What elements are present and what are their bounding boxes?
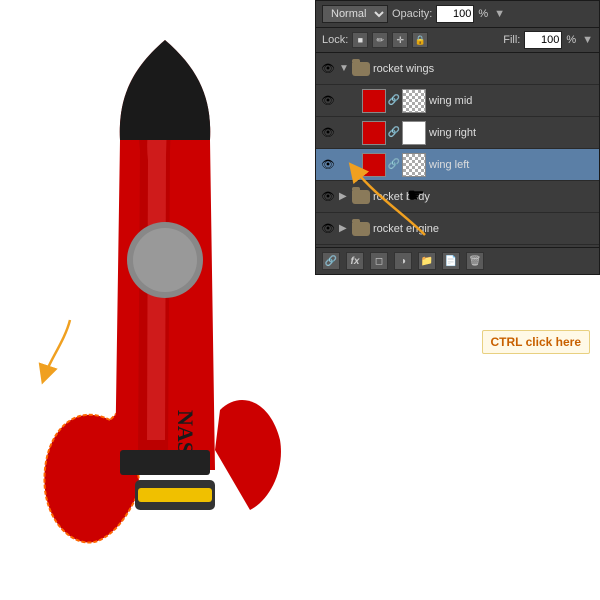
folder-icon-rocket-engine <box>352 222 370 236</box>
nose-cone <box>120 40 210 140</box>
ctrl-click-text: CTRL click here <box>491 335 581 349</box>
eye-icon-wing-mid[interactable] <box>320 93 336 109</box>
layer-row-wing-left[interactable]: 🔗 wing left <box>316 149 599 181</box>
eye-icon-wing-right[interactable] <box>320 125 336 141</box>
expand-arrow-rocket-wings[interactable]: ▼ <box>339 63 349 74</box>
adjustment-icon[interactable]: ◑ <box>394 252 412 270</box>
porthole-inner <box>133 228 197 292</box>
link-icon[interactable]: 🔗 <box>322 252 340 270</box>
layer-name-wing-mid: wing mid <box>429 95 595 107</box>
thumb2-wing-left <box>402 153 426 177</box>
folder-new-icon[interactable]: 📁 <box>418 252 436 270</box>
layer-name-rocket-engine: rocket engine <box>373 223 595 235</box>
layer-row-rocket-engine[interactable]: ▶ rocket engine <box>316 213 599 245</box>
blend-opacity-bar: Normal Opacity: % ▼ <box>316 1 599 28</box>
layer-name-wing-right: wing right <box>429 127 595 139</box>
rocket-svg: NASA <box>30 20 300 590</box>
eye-icon-rocket-wings[interactable] <box>320 61 336 77</box>
thumb1-wing-right <box>362 121 386 145</box>
layer-name-rocket-wings: rocket wings <box>373 63 595 75</box>
layer-name-wing-left: wing left <box>429 159 595 171</box>
opacity-label: Opacity: <box>392 8 432 20</box>
layer-row-rocket-wings[interactable]: ▼ rocket wings <box>316 53 599 85</box>
fill-input[interactable] <box>524 31 562 49</box>
expand-arrow-rocket-engine[interactable]: ▶ <box>339 223 349 234</box>
lock-label: Lock: <box>322 34 348 46</box>
layers-list: ▼ rocket wings 🔗 wing mid 🔗 wing right <box>316 53 599 245</box>
layer-row-wing-mid[interactable]: 🔗 wing mid <box>316 85 599 117</box>
opacity-input[interactable] <box>436 5 474 23</box>
layer-row-wing-right[interactable]: 🔗 wing right <box>316 117 599 149</box>
eye-icon-rocket-engine[interactable] <box>320 221 336 237</box>
wing-right-shape <box>215 400 281 510</box>
lock-position-btn[interactable]: ✛ <box>392 32 408 48</box>
opacity-dropdown-icon[interactable]: ▼ <box>494 8 505 20</box>
blend-mode-select[interactable]: Normal <box>322 5 388 23</box>
fill-dropdown-icon[interactable]: ▼ <box>582 34 593 46</box>
thumb1-wing-left <box>362 153 386 177</box>
new-layer-icon[interactable]: 📄 <box>442 252 460 270</box>
thumb1-wing-mid <box>362 89 386 113</box>
thumb2-wing-mid <box>402 89 426 113</box>
mask-icon[interactable]: ◻ <box>370 252 388 270</box>
chain-icon-wing-mid: 🔗 <box>389 93 399 109</box>
lock-image-btn[interactable]: ✏ <box>372 32 388 48</box>
expand-arrow-rocket-body[interactable]: ▶ <box>339 191 349 202</box>
engine-yellow <box>138 488 212 502</box>
thumb2-wing-right <box>402 121 426 145</box>
eye-icon-wing-left[interactable] <box>320 157 336 173</box>
folder-icon-rocket-body <box>352 190 370 204</box>
ctrl-click-tooltip: CTRL click here <box>482 330 590 354</box>
panel-bottom-toolbar: 🔗 fx ◻ ◑ 📁 📄 🗑 <box>316 247 599 274</box>
lock-all-btn[interactable]: 🔒 <box>412 32 428 48</box>
folder-icon-rocket-wings <box>352 62 370 76</box>
fill-label: Fill: <box>503 34 520 46</box>
delete-icon[interactable]: 🗑 <box>466 252 484 270</box>
chain-icon-wing-right: 🔗 <box>389 125 399 141</box>
black-band <box>120 450 210 475</box>
eye-icon-rocket-body[interactable] <box>320 189 336 205</box>
layers-panel: Normal Opacity: % ▼ Lock: ■ ✏ ✛ 🔒 Fill: … <box>315 0 600 275</box>
opacity-pct: % <box>478 8 488 20</box>
lock-pixels-btn[interactable]: ■ <box>352 32 368 48</box>
cursor-hand: ☛ <box>407 183 425 208</box>
rocket-illustration: NASA <box>0 0 320 600</box>
lock-bar: Lock: ■ ✏ ✛ 🔒 Fill: % ▼ <box>316 28 599 53</box>
fx-icon[interactable]: fx <box>346 252 364 270</box>
chain-icon-wing-left: 🔗 <box>389 157 399 173</box>
fill-pct: % <box>566 34 576 46</box>
layer-row-rocket-body[interactable]: ▶ rocket body <box>316 181 599 213</box>
